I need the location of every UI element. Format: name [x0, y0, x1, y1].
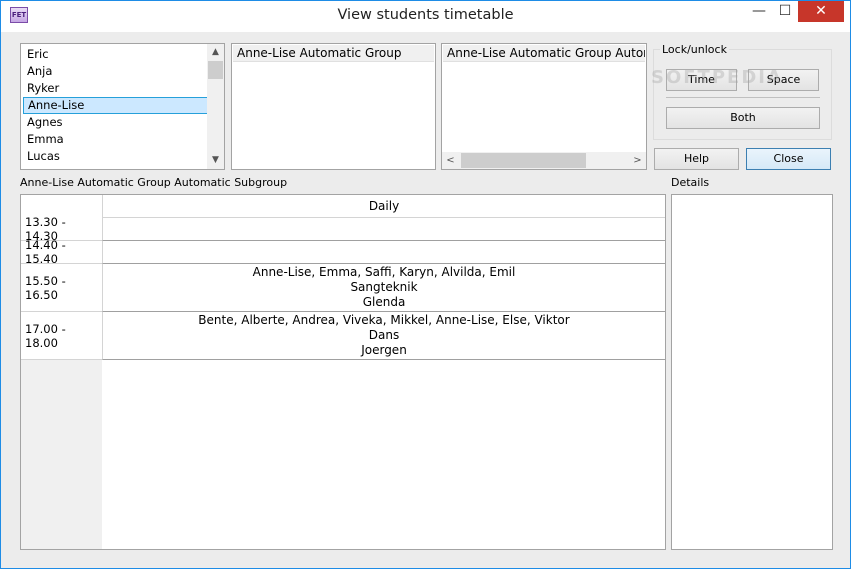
lock-space-button[interactable]: Space [748, 69, 819, 91]
close-button[interactable]: Close [746, 148, 831, 170]
scroll-thumb[interactable] [208, 61, 223, 79]
students-list-items: Eric Anja Ryker Anne-Lise Agnes Emma Lucas [23, 46, 208, 165]
lock-time-button[interactable]: Time [666, 69, 737, 91]
maximize-button[interactable]: ☐ [772, 1, 798, 22]
lock-unlock-label: Lock/unlock [660, 43, 729, 56]
lock-both-button[interactable]: Both [666, 107, 820, 129]
window-title: View students timetable [337, 7, 514, 23]
main-window: FET View students timetable — ☐ ✕ Eric An… [0, 0, 851, 569]
scroll-left-arrow-icon[interactable]: < [442, 152, 459, 169]
column-header-daily[interactable]: Daily [102, 195, 665, 218]
row-header-time[interactable]: 14.40 - 15.40 [21, 238, 102, 266]
help-button[interactable]: Help [654, 148, 739, 170]
timetable-row: 14.40 - 15.40 [21, 238, 665, 266]
students-list[interactable]: Eric Anja Ryker Anne-Lise Agnes Emma Lucas ▲ ▼ [20, 43, 225, 170]
row-header-time[interactable]: 17.00 - 18.00 [21, 312, 102, 360]
student-list-item[interactable]: Emma [23, 131, 208, 148]
groups-list-item[interactable]: Anne-Lise Automatic Group [233, 45, 434, 62]
subgroups-list-horizontal-scrollbar[interactable]: < > [442, 152, 646, 169]
students-list-vertical-scrollbar[interactable]: ▲ ▼ [207, 44, 224, 169]
scroll-down-arrow-icon[interactable]: ▼ [207, 152, 224, 169]
activity-line: Glenda [362, 295, 406, 309]
subgroups-list[interactable]: Anne-Lise Automatic Group Automatic Subg… [441, 43, 647, 170]
student-list-item[interactable]: Anja [23, 63, 208, 80]
timetable-grid[interactable]: Daily 13.30 - 14.30 14.40 - 15.40 15.50 - … [20, 194, 666, 550]
activity-line: Bente, Alberte, Andrea, Viveka, Mikkel, … [198, 313, 570, 327]
row-header-time[interactable]: 15.50 - 16.50 [21, 264, 102, 312]
details-panel[interactable] [671, 194, 833, 550]
student-list-item[interactable]: Lucas [23, 148, 208, 165]
activity-line: Dans [368, 328, 400, 342]
subgroups-list-item[interactable]: Anne-Lise Automatic Group Automatic Subg… [443, 45, 645, 62]
timetable-cell[interactable]: Bente, Alberte, Andrea, Viveka, Mikkel, … [102, 312, 665, 360]
timetable-cell[interactable] [102, 218, 665, 241]
scroll-right-arrow-icon[interactable]: > [629, 152, 646, 169]
timetable-caption: Anne-Lise Automatic Group Automatic Subg… [20, 176, 288, 189]
title-bar[interactable]: FET View students timetable — ☐ ✕ [1, 1, 850, 32]
timetable-row: 17.00 - 18.00 Bente, Alberte, Andrea, Viv… [21, 312, 665, 360]
groups-list[interactable]: Anne-Lise Automatic Group [231, 43, 436, 170]
window-close-button[interactable]: ✕ [798, 1, 844, 22]
activity-line: Joergen [361, 343, 407, 357]
minimize-button[interactable]: — [746, 1, 772, 22]
timetable-cell[interactable] [102, 241, 665, 264]
lock-unlock-separator [666, 97, 820, 98]
timetable-row: 13.30 - 14.30 [21, 215, 665, 243]
student-list-item[interactable]: Agnes [23, 114, 208, 131]
student-list-item[interactable]: Anne-Lise [23, 97, 208, 114]
details-label: Details [671, 176, 710, 189]
scroll-thumb[interactable] [461, 153, 586, 168]
student-list-item[interactable]: Eric [23, 46, 208, 63]
timetable-row: 15.50 - 16.50 Anne-Lise, Emma, Saffi, Kar… [21, 264, 665, 312]
activity-line: Sangteknik [350, 280, 418, 294]
activity-line: Anne-Lise, Emma, Saffi, Karyn, Alvilda, … [252, 265, 516, 279]
student-list-item[interactable]: Ryker [23, 80, 208, 97]
timetable-cell[interactable]: Anne-Lise, Emma, Saffi, Karyn, Alvilda, … [102, 264, 665, 312]
scroll-up-arrow-icon[interactable]: ▲ [207, 44, 224, 61]
